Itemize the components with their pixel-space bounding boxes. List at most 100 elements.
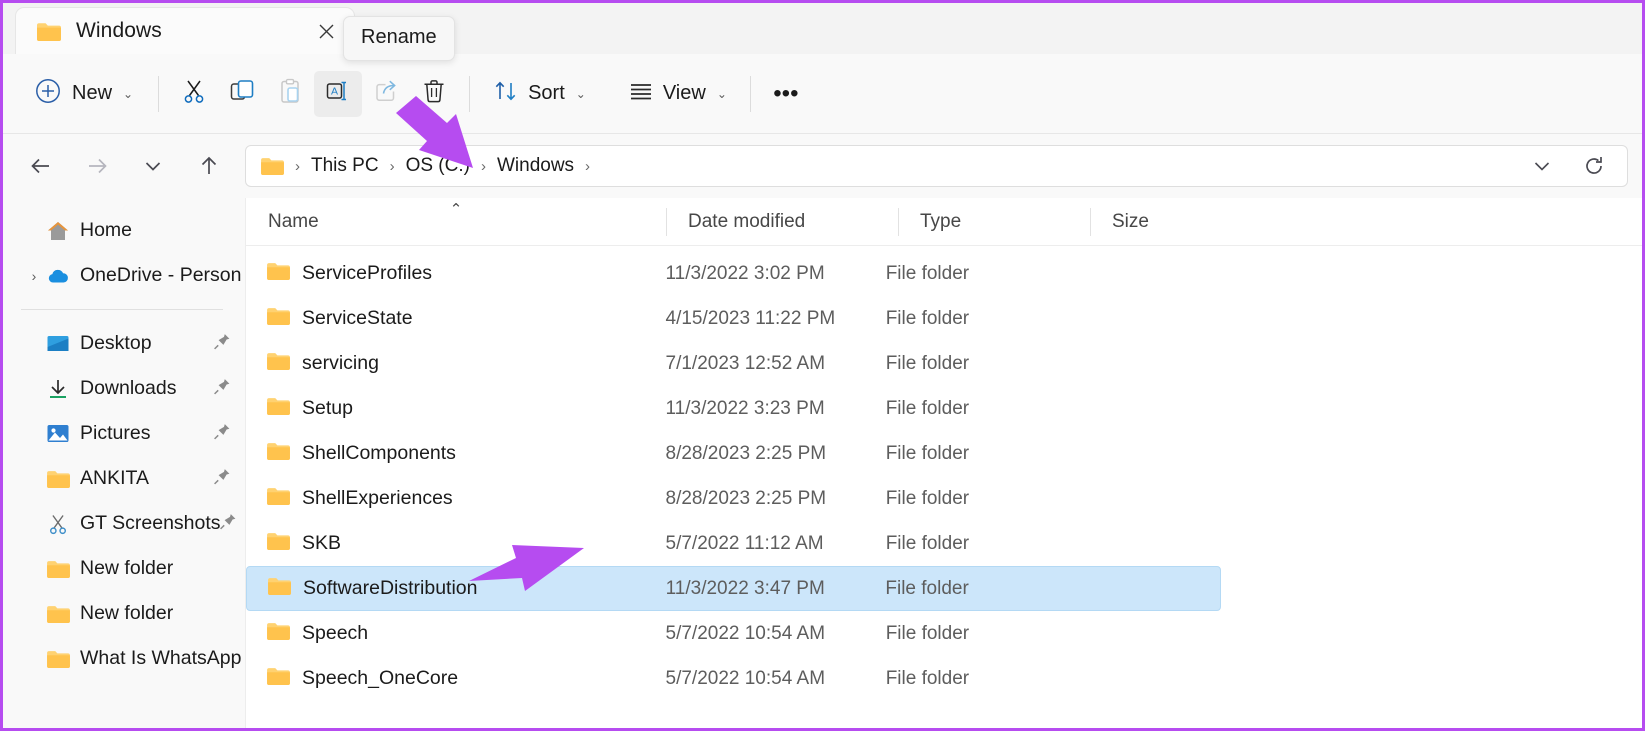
address-bar[interactable]: › This PC › OS (C:) › Windows › (245, 145, 1628, 187)
sort-button[interactable]: Sort ⌄ (481, 71, 598, 117)
sidebar-item-what-is-whatsapp[interactable]: What Is WhatsApp (3, 636, 245, 681)
chevron-right-icon[interactable]: › (23, 268, 45, 284)
table-row[interactable]: ShellComponents 8/28/2023 2:25 PM File f… (246, 431, 1221, 476)
copy-button[interactable] (218, 71, 266, 117)
column-header-date-modified[interactable]: Date modified (666, 198, 898, 245)
table-row[interactable]: SoftwareDistribution 11/3/2022 3:47 PM F… (246, 566, 1221, 611)
sidebar-item-label: Home (80, 219, 133, 241)
pin-icon[interactable] (213, 467, 231, 490)
folder-icon (36, 21, 62, 42)
sidebar-item-label: Downloads (80, 377, 177, 399)
column-headers: ⌃ Name Date modified Type Size (246, 198, 1642, 246)
sidebar-item-new-folder-2[interactable]: New folder (3, 591, 245, 636)
table-row[interactable]: ServiceState 4/15/2023 11:22 PM File fol… (246, 296, 1221, 341)
new-button[interactable]: New ⌄ (27, 71, 147, 117)
breadcrumb-item-windows[interactable]: Windows (490, 152, 581, 180)
file-type: File folder (885, 397, 970, 419)
cell-date-modified: 5/7/2022 10:54 AM (644, 623, 864, 645)
list-lines-icon (628, 78, 654, 109)
table-row[interactable]: ShellExperiences 8/28/2023 2:25 PM File … (246, 476, 1221, 521)
cut-button[interactable] (170, 71, 218, 117)
desktop-icon (45, 334, 71, 354)
table-row[interactable]: Setup 11/3/2022 3:23 PM File folder (246, 386, 1221, 431)
pin-icon[interactable] (213, 377, 231, 400)
file-type: File folder (885, 622, 970, 644)
sidebar-item-downloads[interactable]: Downloads (3, 366, 245, 411)
tab-title: Windows (76, 19, 162, 42)
back-button[interactable] (21, 146, 61, 186)
table-row[interactable]: servicing 7/1/2023 12:52 AM File folder (246, 341, 1221, 386)
column-header-name[interactable]: ⌃ Name (246, 198, 666, 245)
breadcrumb: › This PC › OS (C:) › Windows › (258, 152, 1523, 180)
share-button[interactable] (362, 71, 410, 117)
breadcrumb-item-os-c[interactable]: OS (C:) (399, 152, 477, 180)
rename-icon: A (324, 78, 352, 109)
pin-icon[interactable] (213, 422, 231, 445)
cell-type: File folder (864, 263, 1046, 285)
navigation-bar: › This PC › OS (C:) › Windows › (3, 134, 1642, 198)
breadcrumb-item-this-pc[interactable]: This PC (304, 152, 386, 180)
breadcrumb-separator: › (389, 157, 395, 175)
folder-icon (45, 559, 71, 579)
paste-button[interactable] (266, 71, 314, 117)
table-row[interactable]: SKB 5/7/2022 11:12 AM File folder (246, 521, 1221, 566)
table-row[interactable]: Speech 5/7/2022 10:54 AM File folder (246, 611, 1221, 656)
tab-strip: Windows (3, 3, 1642, 54)
sidebar-item-label: New folder (80, 557, 174, 579)
toolbar-divider-3 (749, 75, 751, 112)
file-explorer-window: Windows Rename New ⌄ A Sort ⌄ View ⌄ •••… (0, 0, 1645, 731)
explorer-body: Home › OneDrive - Person Desktop Downloa… (3, 198, 1642, 728)
cell-type: File folder (864, 623, 1046, 645)
recent-locations-button[interactable] (133, 146, 173, 186)
trash-icon (421, 78, 447, 109)
address-dropdown-button[interactable] (1523, 149, 1561, 183)
folder-icon (266, 666, 291, 691)
refresh-button[interactable] (1575, 149, 1613, 183)
table-row[interactable]: Speech_OneCore 5/7/2022 10:54 AM File fo… (246, 656, 1221, 701)
cell-date-modified: 11/3/2022 3:02 PM (644, 263, 864, 285)
rename-button[interactable]: A (314, 70, 363, 117)
plus-circle-icon (33, 76, 63, 111)
file-date: 5/7/2022 10:54 AM (665, 622, 826, 644)
sort-ascending-icon: ⌃ (449, 201, 463, 218)
table-row[interactable]: ServiceProfiles 11/3/2022 3:02 PM File f… (246, 251, 1221, 296)
cell-date-modified: 8/28/2023 2:25 PM (644, 488, 864, 510)
folder-icon (266, 396, 291, 421)
pin-icon[interactable] (213, 332, 231, 355)
cell-name: servicing (246, 351, 644, 376)
cell-type: File folder (864, 668, 1046, 690)
ellipsis-icon: ••• (773, 79, 799, 107)
chevron-down-icon: ⌄ (575, 86, 586, 101)
file-date: 11/3/2022 3:47 PM (665, 577, 825, 599)
file-name: SoftwareDistribution (303, 577, 478, 599)
sidebar-item-ankita[interactable]: ANKITA (3, 456, 245, 501)
up-button[interactable] (189, 146, 229, 186)
folder-icon (260, 156, 285, 176)
cell-name: ServiceState (246, 306, 644, 331)
file-date: 8/28/2023 2:25 PM (665, 442, 827, 464)
sidebar-item-desktop[interactable]: Desktop (3, 321, 245, 366)
pin-icon[interactable] (219, 512, 237, 535)
cell-date-modified: 4/15/2023 11:22 PM (644, 308, 864, 330)
file-type: File folder (885, 532, 970, 554)
home-icon (45, 219, 71, 243)
close-icon[interactable] (312, 17, 340, 45)
delete-button[interactable] (410, 71, 458, 117)
file-date: 8/28/2023 2:25 PM (665, 487, 827, 509)
sidebar-item-gt-screenshots[interactable]: GT Screenshots (3, 501, 245, 546)
view-button[interactable]: View ⌄ (616, 71, 739, 117)
tab-windows[interactable]: Windows (15, 7, 355, 54)
cell-name: Speech (246, 621, 644, 646)
sidebar-item-new-folder-1[interactable]: New folder (3, 546, 245, 591)
cell-name: Setup (246, 396, 644, 421)
breadcrumb-separator: › (585, 157, 591, 175)
column-header-size[interactable]: Size (1090, 198, 1274, 245)
folder-icon (266, 261, 291, 286)
sidebar-item-pictures[interactable]: Pictures (3, 411, 245, 456)
column-header-type[interactable]: Type (898, 198, 1090, 245)
forward-button[interactable] (77, 146, 117, 186)
cell-type: File folder (864, 443, 1046, 465)
sidebar-item-onedrive[interactable]: › OneDrive - Person (3, 253, 245, 298)
sidebar-item-home[interactable]: Home (3, 208, 245, 253)
see-more-button[interactable]: ••• (762, 71, 810, 117)
